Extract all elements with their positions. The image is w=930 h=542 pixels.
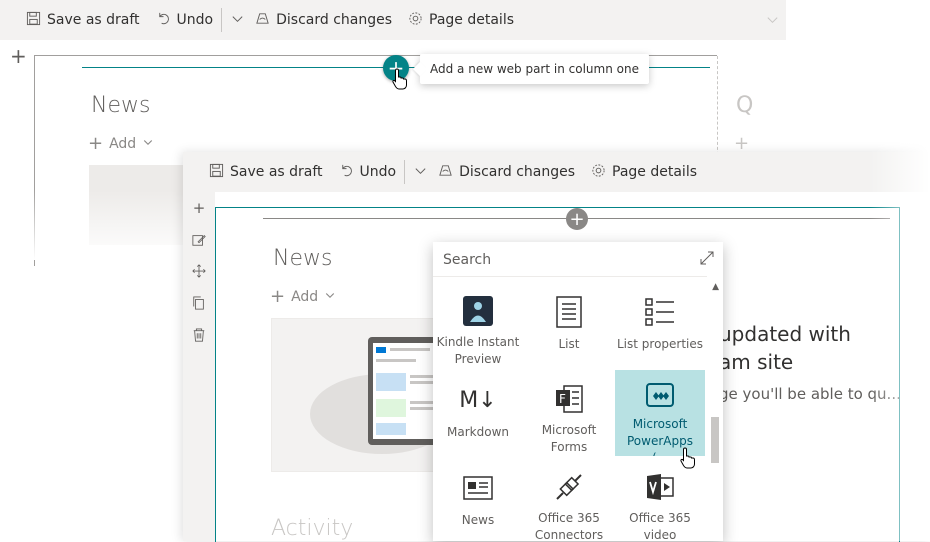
tile-label: Microsoft Forms bbox=[541, 423, 597, 454]
delete-section-icon[interactable] bbox=[191, 327, 207, 343]
tile-microsoft-powerapps[interactable]: Microsoft PowerApps (... bbox=[615, 370, 705, 456]
right-edge-fade bbox=[870, 0, 930, 541]
save-draft-button[interactable]: Save as draft bbox=[26, 11, 140, 30]
list-properties-icon bbox=[640, 292, 680, 332]
hero-title-line: am site bbox=[719, 350, 794, 374]
news-placeholder-image bbox=[271, 318, 441, 472]
save-draft-label: Save as draft bbox=[230, 164, 323, 180]
undo-dropdown-button[interactable] bbox=[230, 11, 245, 30]
discard-icon bbox=[255, 11, 270, 30]
plus-icon: + bbox=[88, 133, 104, 154]
tile-label: List properties bbox=[616, 337, 704, 351]
discard-changes-label: Discard changes bbox=[276, 12, 393, 28]
undo-icon bbox=[339, 163, 354, 182]
tile-label: Office 365 Connectors bbox=[534, 511, 604, 541]
add-web-part-button[interactable]: + bbox=[566, 208, 588, 230]
undo-dropdown-button[interactable] bbox=[413, 163, 428, 182]
tile-label: News bbox=[461, 513, 495, 527]
hero-title-line: updated with bbox=[719, 322, 851, 346]
list-icon bbox=[549, 292, 589, 332]
news-title: News bbox=[273, 246, 333, 271]
tile-kindle-instant-preview[interactable]: Kindle Instant Preview bbox=[433, 282, 523, 368]
foreground-editor: Save as draft Undo Discard changes Page … bbox=[183, 152, 930, 542]
command-bar: Save as draft Undo Discard changes Page … bbox=[183, 152, 930, 192]
page-details-button[interactable]: Page details bbox=[408, 11, 514, 30]
undo-label: Undo bbox=[359, 164, 397, 180]
undo-button[interactable]: Undo bbox=[156, 11, 214, 30]
save-icon bbox=[26, 11, 41, 30]
undo-label: Undo bbox=[176, 12, 214, 28]
expand-icon[interactable] bbox=[699, 250, 715, 266]
discard-icon bbox=[438, 163, 453, 182]
chevron-down-icon bbox=[142, 136, 154, 152]
tile-label: Markdown bbox=[447, 425, 509, 439]
save-icon bbox=[209, 163, 224, 182]
svg-text:F: F bbox=[559, 392, 566, 406]
page-details-button[interactable]: Page details bbox=[591, 163, 697, 182]
hand-cursor-icon bbox=[392, 68, 408, 94]
add-label: Add bbox=[109, 135, 137, 152]
save-draft-label: Save as draft bbox=[47, 12, 140, 28]
tile-microsoft-forms[interactable]: F Microsoft Forms bbox=[524, 370, 614, 456]
scroll-up-icon[interactable]: ▲ bbox=[712, 282, 719, 292]
background-command-bar: Save as draft Undo Discard changes Page … bbox=[0, 0, 786, 40]
hand-cursor-icon bbox=[680, 447, 696, 473]
undo-button[interactable]: Undo bbox=[339, 163, 397, 182]
gear-icon bbox=[591, 163, 606, 182]
news-title: News bbox=[91, 93, 151, 118]
divider bbox=[221, 8, 223, 32]
tile-list[interactable]: List bbox=[524, 282, 614, 368]
scrollbar-thumb[interactable] bbox=[711, 417, 719, 463]
hero-title: updated with am site bbox=[719, 320, 851, 376]
tile-office-365-connectors[interactable]: Office 365 Connectors bbox=[524, 458, 614, 541]
divider bbox=[404, 160, 406, 184]
undo-icon bbox=[156, 11, 171, 30]
discard-changes-label: Discard changes bbox=[459, 164, 576, 180]
kindle-icon bbox=[458, 292, 498, 330]
activity-title: Activity bbox=[271, 516, 354, 541]
add-label: Add bbox=[291, 288, 319, 305]
news-add-button[interactable]: + Add bbox=[270, 286, 336, 307]
tooltip: Add a new web part in column one bbox=[420, 54, 649, 84]
add-section-icon[interactable]: + bbox=[191, 199, 207, 217]
chevron-down-icon bbox=[230, 11, 245, 30]
picker-scrollbar[interactable] bbox=[707, 276, 723, 541]
news-icon bbox=[458, 468, 498, 508]
plus-icon: + bbox=[270, 286, 286, 307]
laptop-illustration bbox=[310, 337, 440, 454]
duplicate-section-icon[interactable] bbox=[191, 295, 207, 311]
chevron-down-icon bbox=[324, 289, 336, 305]
picker-search-bar bbox=[433, 242, 723, 277]
discard-changes-button[interactable]: Discard changes bbox=[438, 163, 575, 182]
plus-icon[interactable]: + bbox=[734, 133, 749, 154]
add-section-icon[interactable]: + bbox=[10, 44, 27, 68]
chevron-down-icon[interactable] bbox=[765, 12, 780, 31]
page-details-label: Page details bbox=[612, 164, 697, 180]
connectors-icon bbox=[549, 468, 589, 506]
tile-news[interactable]: News bbox=[433, 458, 523, 541]
move-section-icon[interactable] bbox=[191, 263, 207, 279]
tile-markdown[interactable]: M↓ Markdown bbox=[433, 370, 523, 456]
section-toolbar: + bbox=[183, 192, 215, 541]
forms-icon: F bbox=[549, 380, 589, 418]
tile-label: Office 365 video bbox=[629, 511, 691, 541]
chevron-down-icon bbox=[413, 163, 428, 182]
gear-icon bbox=[408, 11, 423, 30]
news-add-button[interactable]: + Add bbox=[88, 133, 154, 154]
powerapps-icon bbox=[640, 380, 680, 412]
discard-changes-button[interactable]: Discard changes bbox=[255, 11, 392, 30]
tooltip-text: Add a new web part in column one bbox=[430, 62, 639, 76]
search-input[interactable] bbox=[441, 249, 685, 271]
save-draft-button[interactable]: Save as draft bbox=[209, 163, 323, 182]
edit-section-icon[interactable] bbox=[191, 232, 207, 248]
web-part-picker: Kindle Instant Preview List List propert… bbox=[433, 242, 723, 541]
tile-label: List bbox=[558, 337, 580, 351]
quick-links-title: Q bbox=[736, 93, 754, 118]
markdown-icon: M↓ bbox=[459, 387, 497, 413]
page-details-label: Page details bbox=[429, 12, 514, 28]
tile-label: Kindle Instant Preview bbox=[436, 335, 520, 366]
video-icon bbox=[640, 468, 680, 506]
tile-list-properties[interactable]: List properties bbox=[615, 282, 705, 368]
